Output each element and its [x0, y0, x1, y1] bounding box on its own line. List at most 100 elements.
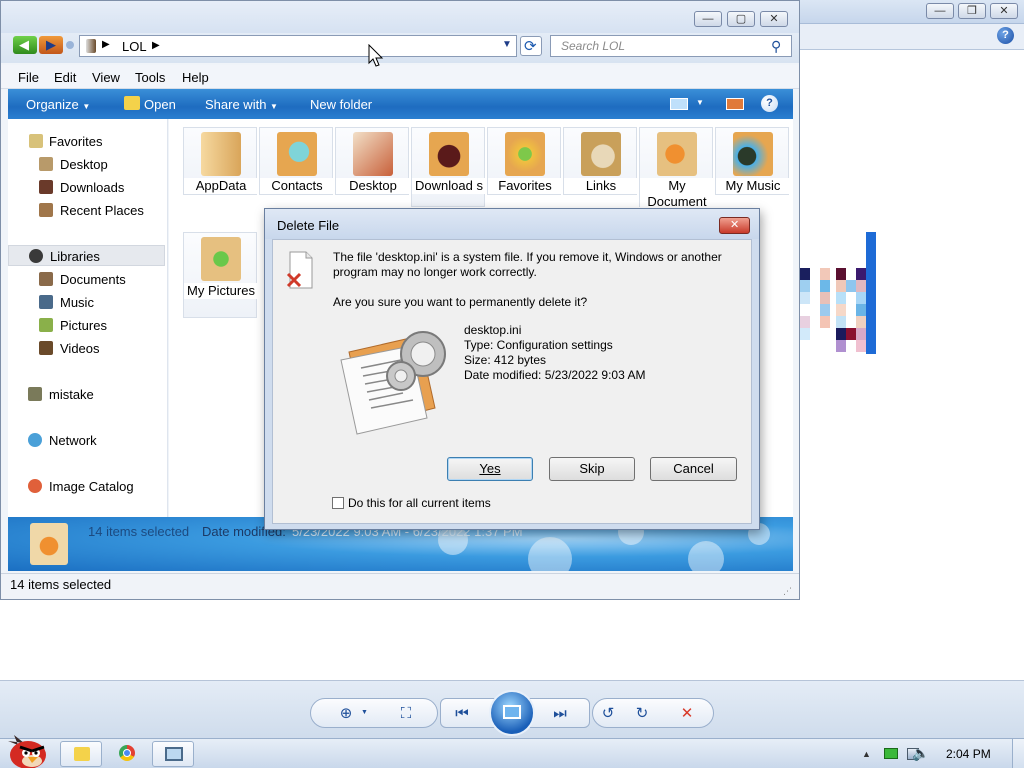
nav-documents[interactable]: Documents	[8, 269, 165, 290]
folder-desktop[interactable]: Desktop	[335, 127, 410, 195]
menu-view[interactable]: View	[92, 70, 120, 85]
close-icon: ✕	[999, 5, 1009, 17]
delete-icon[interactable]: ✕	[678, 705, 696, 723]
nav-favorites-label: Favorites	[49, 134, 103, 149]
nav-favorites[interactable]: Favorites	[8, 131, 165, 152]
change-view-icon[interactable]	[670, 98, 688, 110]
menu-tools[interactable]: Tools	[135, 70, 165, 85]
forward-button[interactable]: ▶	[39, 36, 63, 54]
downloads-folder-icon	[429, 132, 469, 176]
slideshow-button[interactable]	[489, 690, 535, 736]
nav-music[interactable]: Music	[8, 292, 165, 313]
nav-pictures[interactable]: Pictures	[8, 315, 165, 336]
cancel-button[interactable]: Cancel	[650, 457, 737, 481]
minimize-icon: —	[934, 5, 946, 17]
resize-grip-icon[interactable]: ⋰	[783, 586, 792, 597]
show-desktop-button[interactable]	[1012, 739, 1024, 768]
maximize-icon: ▢	[735, 13, 747, 25]
address-bar[interactable]: ▶ LOL ▶ ▼	[79, 35, 517, 57]
folder-my-documents[interactable]: My Document	[639, 127, 714, 210]
dialog-message: The file 'desktop.ini' is a system file.…	[333, 250, 722, 279]
maximize-button[interactable]: ▢	[727, 11, 755, 27]
nav-image-catalog[interactable]: Image Catalog	[8, 476, 165, 497]
actual-size-icon[interactable]: ⛶	[397, 705, 415, 723]
taskbar-explorer-button[interactable]	[60, 741, 102, 767]
close-icon: ✕	[730, 219, 740, 231]
folder-label: My Music	[716, 178, 790, 194]
bg-minimize-button[interactable]: —	[926, 3, 954, 19]
delete-file-dialog: Delete File ✕ The file 'desktop.ini' is …	[264, 208, 760, 530]
clock[interactable]: 2:04 PM	[946, 747, 991, 761]
folder-contacts[interactable]: Contacts	[259, 127, 334, 195]
rotate-right-icon[interactable]: ↻	[633, 705, 651, 723]
file-type: Type: Configuration settings	[464, 338, 613, 352]
taskbar-chrome-button[interactable]	[106, 741, 148, 767]
status-text: 14 items selected	[10, 577, 112, 592]
apply-to-all-checkbox[interactable]	[332, 497, 344, 509]
explorer-folder-icon	[74, 747, 90, 761]
folder-links[interactable]: Links	[563, 127, 638, 195]
address-dropdown-icon[interactable]: ▼	[502, 39, 512, 50]
volume-icon[interactable]: 🔈	[912, 745, 929, 762]
back-button[interactable]: ◀	[13, 36, 37, 54]
pictures-icon	[39, 318, 53, 332]
nav-downloads[interactable]: Downloads	[8, 177, 165, 198]
nav-libraries[interactable]: Libraries	[8, 245, 165, 266]
folder-my-pictures[interactable]: My Pictures	[183, 232, 258, 318]
new-folder-button[interactable]: New folder	[310, 97, 372, 112]
search-icon[interactable]: ⚲	[771, 38, 781, 55]
bg-restore-button[interactable]: ❐	[958, 3, 986, 19]
help-icon[interactable]: ?	[997, 27, 1014, 44]
folder-appdata[interactable]: AppData	[183, 127, 258, 195]
nav-desktop[interactable]: Desktop	[8, 154, 165, 175]
nav-recent-places-label: Recent Places	[60, 203, 144, 218]
navigation-bar: ◀ ▶ ▶ LOL ▶ ▼ ⟳ Search LOL ⚲	[1, 33, 799, 63]
refresh-icon: ⟳	[524, 38, 537, 55]
desktop-icon	[39, 157, 53, 171]
apply-to-all-label[interactable]: Do this for all current items	[348, 496, 491, 510]
decorative-bubble	[528, 537, 572, 571]
next-icon[interactable]: ⏭	[551, 705, 569, 723]
show-hidden-icons-icon[interactable]: ▲	[862, 749, 871, 759]
search-input[interactable]: Search LOL	[550, 35, 792, 57]
preview-pane-icon[interactable]	[726, 98, 744, 110]
skip-button[interactable]: Skip	[549, 457, 635, 481]
dialog-close-button[interactable]: ✕	[719, 217, 750, 234]
nav-network[interactable]: Network	[8, 430, 165, 451]
explorer-titlebar: — ▢ ✕	[1, 1, 799, 33]
nav-recent-places[interactable]: Recent Places	[8, 200, 165, 221]
rotate-left-icon[interactable]: ↺	[599, 705, 617, 723]
nav-mistake[interactable]: mistake	[8, 384, 165, 405]
zoom-dropdown-icon[interactable]: ▼	[361, 709, 368, 716]
minimize-button[interactable]: —	[694, 11, 722, 27]
close-button[interactable]: ✕	[760, 11, 788, 27]
menu-file[interactable]: File	[18, 70, 39, 85]
breadcrumb-lol[interactable]: LOL	[122, 39, 147, 54]
refresh-button[interactable]: ⟳	[520, 36, 542, 56]
menu-edit[interactable]: Edit	[54, 70, 76, 85]
recent-pages-dropdown-icon[interactable]	[66, 41, 74, 49]
start-button-angry-bird-icon[interactable]	[4, 731, 50, 768]
configuration-file-icon	[340, 331, 446, 435]
action-center-icon[interactable]	[884, 748, 898, 759]
folder-downloads[interactable]: Download s	[411, 127, 486, 207]
nav-videos[interactable]: Videos	[8, 338, 165, 359]
close-icon: ✕	[769, 13, 779, 25]
file-name: desktop.ini	[464, 323, 522, 337]
view-dropdown-icon[interactable]: ▼	[696, 98, 704, 107]
favorites-folder-icon	[505, 132, 545, 176]
folder-favorites[interactable]: Favorites	[487, 127, 562, 195]
open-button[interactable]: Open	[144, 97, 176, 112]
menu-help[interactable]: Help	[182, 70, 209, 85]
zoom-icon[interactable]: ⊕	[337, 705, 355, 723]
bg-close-button[interactable]: ✕	[990, 3, 1018, 19]
organize-button[interactable]: Organize ▼	[26, 97, 90, 112]
share-with-button[interactable]: Share with ▼	[205, 97, 278, 112]
share-with-label: Share with	[205, 97, 267, 112]
previous-icon[interactable]: ⏮	[453, 705, 471, 723]
folder-my-music[interactable]: My Music	[715, 127, 790, 195]
taskbar-photo-viewer-button[interactable]	[152, 741, 194, 767]
yes-button[interactable]: Yes	[447, 457, 533, 481]
organize-label: Organize	[26, 97, 79, 112]
help-button[interactable]: ?	[761, 95, 778, 112]
